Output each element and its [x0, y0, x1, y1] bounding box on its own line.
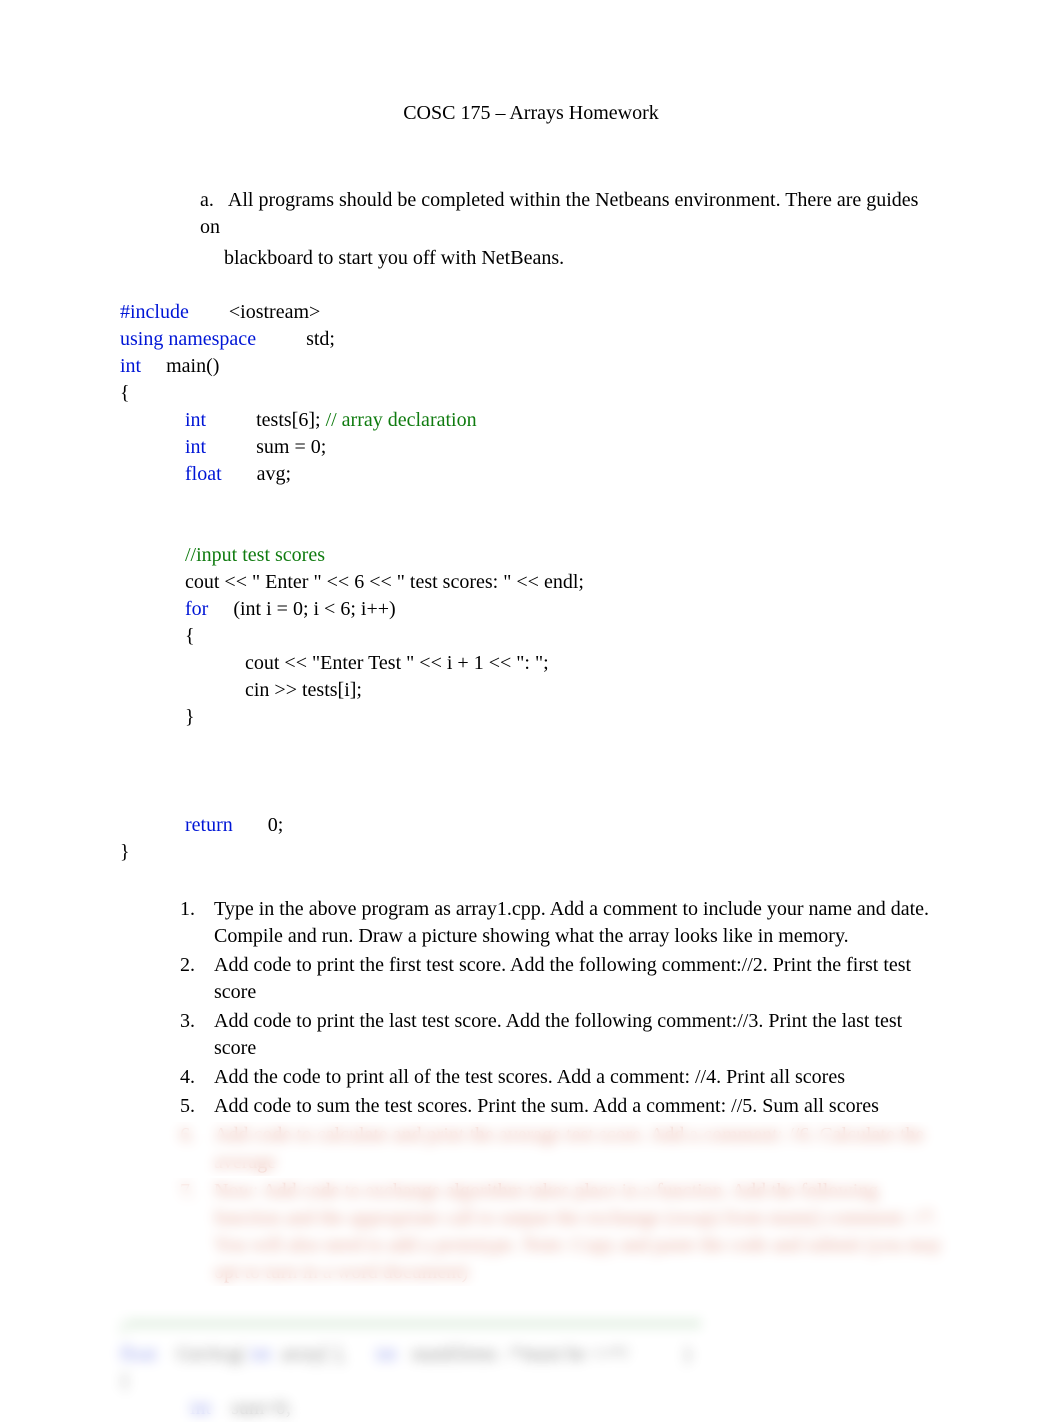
list-text: Add code to print the last test score. A… [214, 1008, 942, 1062]
code-text: (int i = 0; i < 6; i++) [208, 598, 395, 620]
list-text: Add code to print the first test score. … [214, 952, 942, 1006]
list-text: Add code to sum the test scores. Print t… [214, 1093, 942, 1120]
list-marker: 4. [180, 1064, 214, 1091]
code-text: cout << "Enter Test " << i + 1 << ": "; [120, 652, 549, 674]
code-text: 0; [233, 814, 284, 836]
list-item: 5. Add code to sum the test scores. Prin… [180, 1093, 942, 1120]
alpha-list: a. All programs should be completed with… [120, 187, 942, 272]
code-text: numElems /*must be <=*/ ) [397, 1343, 691, 1365]
kw-int: int [120, 355, 141, 377]
list-item: 4. Add the code to print all of the test… [180, 1064, 942, 1091]
kw-int: int [376, 1343, 397, 1365]
code-text: { [120, 382, 130, 404]
code-comment: // array declaration [326, 409, 477, 431]
code-text: array[ ], [271, 1343, 375, 1365]
code-comment: //input test scores [185, 544, 325, 566]
list-item-blurred: 6. Add code to calculate and print the a… [180, 1122, 942, 1176]
code-text: main() [141, 355, 219, 377]
code-text: tests[6]; [206, 409, 325, 431]
bottom-code-blurred: //**************************************… [120, 1306, 942, 1422]
kw-using-namespace: using namespace [120, 328, 256, 350]
alpha-line-2: blackboard to start you off with NetBean… [224, 245, 942, 272]
kw-float: float [120, 1343, 157, 1365]
kw-int: int [120, 436, 206, 458]
list-marker: 2. [180, 952, 214, 1006]
list-item: 3. Add code to print the last test score… [180, 1008, 942, 1062]
kw-include: #include [120, 301, 189, 323]
code-text: avg; [222, 463, 291, 485]
list-marker: 1. [180, 896, 214, 950]
kw-return: return [120, 814, 233, 836]
list-marker: 3. [180, 1008, 214, 1062]
code-text: <iostream> [189, 301, 320, 323]
code-text: sum=0; [211, 1397, 291, 1419]
kw-for: for [120, 598, 208, 620]
code-text: cin >> tests[i]; [120, 679, 362, 701]
code-block: #include <iostream> using namespace std;… [120, 272, 942, 866]
list-text: Now: Add code to exchange algorithm take… [214, 1178, 942, 1286]
list-item: 1. Type in the above program as array1.c… [180, 896, 942, 950]
list-item: 2. Add code to print the first test scor… [180, 952, 942, 1006]
kw-int: int [120, 409, 206, 431]
page-title: COSC 175 – Arrays Homework [120, 100, 942, 127]
list-item-blurred: 7. Now: Add code to exchange algorithm t… [180, 1178, 942, 1286]
code-text [120, 544, 185, 566]
code-text: std; [256, 328, 335, 350]
kw-int: int [250, 1343, 271, 1365]
list-marker: 5. [180, 1093, 214, 1120]
code-text: cout << " Enter " << 6 << " test scores:… [120, 571, 584, 593]
kw-float: float [120, 463, 222, 485]
code-text: { [120, 625, 195, 647]
code-line: int sum=0; [120, 1395, 942, 1422]
alpha-marker: a. [200, 187, 224, 214]
code-line: { [120, 1368, 942, 1395]
numbered-list: 1. Type in the above program as array1.c… [180, 896, 942, 1286]
code-text: GetAvg( [157, 1343, 251, 1365]
code-text: } [120, 706, 195, 728]
code-text: sum = 0; [206, 436, 326, 458]
list-marker: 6. [180, 1122, 214, 1176]
list-text: Add the code to print all of the test sc… [214, 1064, 942, 1091]
list-text: Add code to calculate and print the aver… [214, 1122, 942, 1176]
code-text: } [120, 841, 130, 863]
alpha-line-1: All programs should be completed within … [200, 189, 918, 238]
list-marker: 7. [180, 1178, 214, 1286]
code-comment: //**************************************… [120, 1314, 942, 1341]
code-line: float GetAvg( int array[ ], int numElems… [120, 1341, 942, 1368]
kw-int: int [120, 1397, 211, 1419]
list-text: Type in the above program as array1.cpp.… [214, 896, 942, 950]
